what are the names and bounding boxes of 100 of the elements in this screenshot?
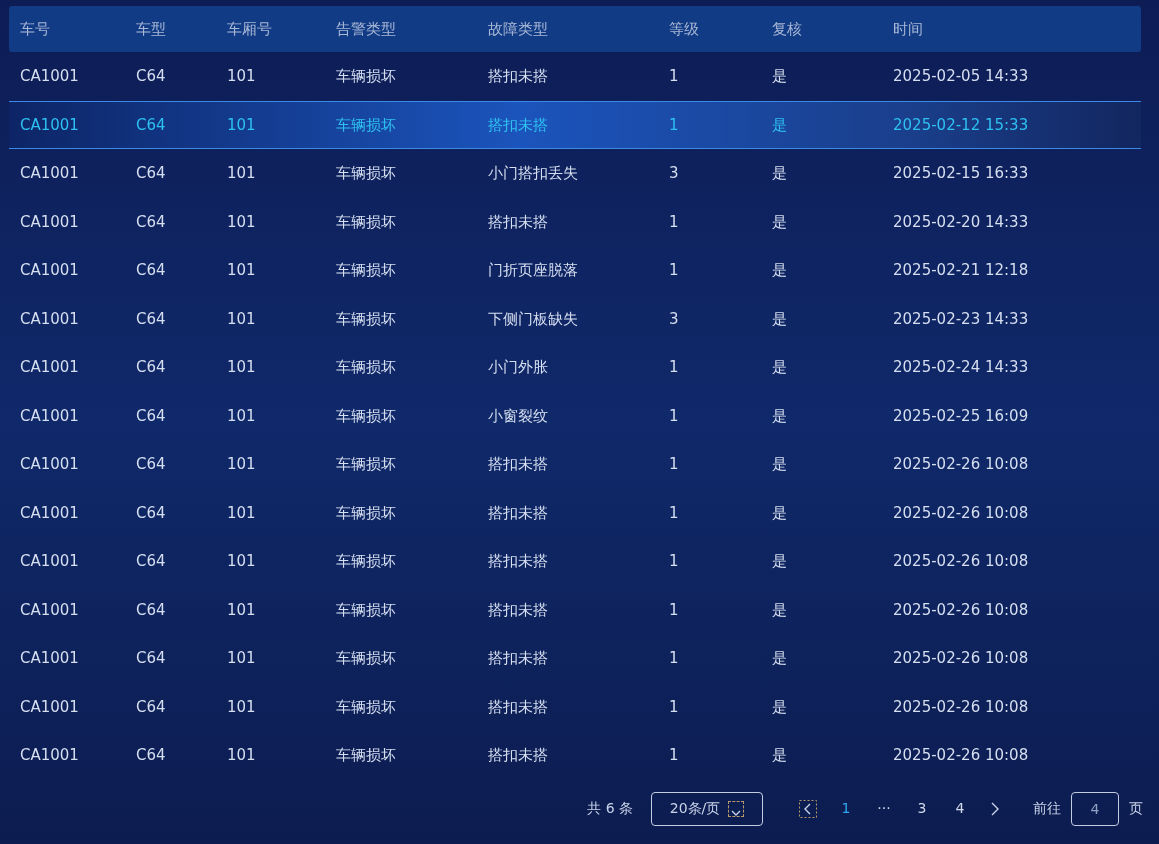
- total-count: 共 6 条: [587, 799, 633, 818]
- table-cell-text: 2025-02-26 10:08: [893, 454, 1030, 475]
- table-cell-text: CA1001: [19, 114, 80, 136]
- table-cell-text: CA1001: [19, 502, 80, 524]
- selected-table-row[interactable]: CA1001 C64 101 车辆损坏 搭扣未搭 1 是 2025-02-12 15:33: [9, 100, 1141, 149]
- table-row[interactable]: CA1001 C64 101 车辆损坏 搭扣未搭 1 是 2025-02-26 10:08: [9, 537, 1141, 586]
- table-cell-text: 2025-02-05 14:33: [893, 66, 1030, 87]
- table-cell-text: 是: [772, 745, 788, 766]
- table-cell-text: 1: [669, 66, 680, 87]
- table-cell-text: 2025-02-25 16:09: [893, 405, 1030, 427]
- table-cell-text: 搭扣未搭: [488, 745, 549, 766]
- page-button[interactable]: ···: [865, 798, 903, 819]
- table-row[interactable]: CA1001 C64 101 车辆损坏 搭扣未搭 1 是 2025-02-26 10:08: [9, 488, 1141, 537]
- table-cell-text: 车辆损坏: [336, 66, 397, 87]
- table-row[interactable]: CA1001 C64 101 车辆损坏 搭扣未搭 1 是 2025-02-26 10:08: [9, 440, 1141, 489]
- table-cell-text: C64: [136, 696, 167, 718]
- table-cell-text: 1: [669, 405, 680, 427]
- table-cell-text: 2025-02-24 14:33: [893, 357, 1030, 378]
- table-cell-text: 1: [669, 260, 680, 281]
- table-row[interactable]: CA1001 C64 101 车辆损坏 小门搭扣丢失 3 是 2025-02-15 16:33: [9, 149, 1141, 198]
- table-cell-text: 101: [227, 114, 257, 136]
- column-header: 等级: [669, 18, 700, 40]
- table-cell-text: 1: [669, 551, 680, 572]
- table-cell-text: 2025-02-23 14:33: [893, 308, 1030, 330]
- table-cell-text: CA1001: [19, 454, 80, 475]
- table-cell-text: C64: [136, 551, 167, 572]
- table-row[interactable]: CA1001 C64 101 车辆损坏 下侧门板缺失 3 是 2025-02-23 14:33: [9, 294, 1141, 343]
- table-cell-text: 是: [772, 551, 788, 572]
- column-header: 告警类型: [336, 18, 397, 40]
- table-cell-text: 2025-02-15 16:33: [893, 163, 1030, 184]
- chevron-left-icon: [799, 800, 817, 818]
- column-header: 车号: [19, 18, 51, 40]
- table-cell-text: 是: [772, 260, 788, 281]
- table-cell-text: C64: [136, 66, 167, 87]
- column-header: 车厢号: [227, 18, 273, 40]
- table-cell-text: 搭扣未搭: [488, 454, 549, 475]
- table-row[interactable]: CA1001 C64 101 车辆损坏 小窗裂纹 1 是 2025-02-25 16:09: [9, 391, 1141, 440]
- table-cell-text: 搭扣未搭: [488, 648, 549, 669]
- table-cell-text: 1: [669, 696, 680, 718]
- table-row[interactable]: CA1001 C64 101 车辆损坏 搭扣未搭 1 是 2025-02-26 10:08: [9, 731, 1141, 780]
- table-cell-text: 101: [227, 648, 257, 669]
- page-button[interactable]: 3: [903, 798, 941, 819]
- table-cell-text: 101: [227, 163, 257, 184]
- table-cell-text: C64: [136, 357, 167, 378]
- table-cell-text: 1: [669, 211, 680, 233]
- table-cell-text: C64: [136, 454, 167, 475]
- table-cell-text: 101: [227, 745, 257, 766]
- table-cell-text: 车辆损坏: [336, 502, 397, 524]
- chevron-right-icon: [989, 801, 1001, 817]
- table-cell-text: 车辆损坏: [336, 211, 397, 233]
- table-cell-text: 101: [227, 308, 257, 330]
- table-cell-text: 101: [227, 599, 257, 621]
- table-cell-text: 是: [772, 648, 788, 669]
- table-cell-text: 搭扣未搭: [488, 551, 549, 572]
- table-cell-text: CA1001: [19, 405, 80, 427]
- page-button[interactable]: 4: [941, 798, 979, 819]
- table-cell-text: 2025-02-12 15:33: [893, 114, 1030, 136]
- table-cell-text: 搭扣未搭: [488, 599, 549, 621]
- table-cell-text: 是: [772, 599, 788, 621]
- table-cell-text: 是: [772, 502, 788, 524]
- table-cell-text: 101: [227, 405, 257, 427]
- table-row[interactable]: CA1001 C64 101 车辆损坏 门折页座脱落 1 是 2025-02-21 12:18: [9, 246, 1141, 295]
- table-row[interactable]: CA1001 C64 101 车辆损坏 搭扣未搭 1 是 2025-02-26 10:08: [9, 585, 1141, 634]
- table-row[interactable]: CA1001 C64 101 车辆损坏 小门外胀 1 是 2025-02-24 14:33: [9, 343, 1141, 392]
- table-cell-text: CA1001: [19, 599, 80, 621]
- table-cell-text: 是: [772, 66, 788, 87]
- table-cell-text: CA1001: [19, 211, 80, 233]
- table-row[interactable]: CA1001 C64 101 车辆损坏 搭扣未搭 1 是 2025-02-26 10:08: [9, 634, 1141, 683]
- goto-label: 前往: [1033, 799, 1061, 818]
- table-cell-text: 搭扣未搭: [488, 502, 549, 524]
- table-cell-text: 车辆损坏: [336, 357, 397, 378]
- table-row[interactable]: CA1001 C64 101 车辆损坏 搭扣未搭 1 是 2025-02-05 14:33: [9, 52, 1141, 101]
- column-header: 复核: [772, 18, 803, 40]
- table-cell-text: CA1001: [19, 696, 80, 718]
- column-header: 故障类型: [488, 18, 549, 40]
- table-cell-text: 1: [669, 454, 680, 475]
- table-cell-text: 小门外胀: [488, 357, 549, 378]
- table-cell-text: 101: [227, 551, 257, 572]
- table-cell-text: C64: [136, 599, 167, 621]
- table-cell-text: 车辆损坏: [336, 696, 397, 718]
- table-cell-text: 101: [227, 696, 257, 718]
- page-button[interactable]: 1: [827, 798, 865, 819]
- table-row[interactable]: CA1001 C64 101 车辆损坏 搭扣未搭 1 是 2025-02-20 14:33: [9, 197, 1141, 246]
- table-cell-text: 是: [772, 405, 788, 427]
- table-cell-text: 是: [772, 163, 788, 184]
- page-size-select[interactable]: 20条/页: [651, 791, 763, 826]
- table-cell-text: 3: [669, 163, 680, 184]
- table-row[interactable]: CA1001 C64 101 车辆损坏 搭扣未搭 1 是 2025-02-26 10:08: [9, 682, 1141, 731]
- column-header: 时间: [893, 18, 924, 40]
- table-cell-text: 2025-02-26 10:08: [893, 696, 1030, 718]
- table-cell-text: C64: [136, 260, 167, 281]
- table-cell-text: 2025-02-26 10:08: [893, 648, 1030, 669]
- table-cell-text: C64: [136, 308, 167, 330]
- table-cell-text: 1: [669, 745, 680, 766]
- table-cell-text: 2025-02-26 10:08: [893, 551, 1030, 572]
- table-cell-text: C64: [136, 502, 167, 524]
- table-cell-text: 2025-02-26 10:08: [893, 599, 1030, 621]
- table-cell-text: CA1001: [19, 357, 80, 378]
- table-cell-text: 车辆损坏: [336, 405, 397, 427]
- goto-page-field[interactable]: 4: [1071, 791, 1119, 826]
